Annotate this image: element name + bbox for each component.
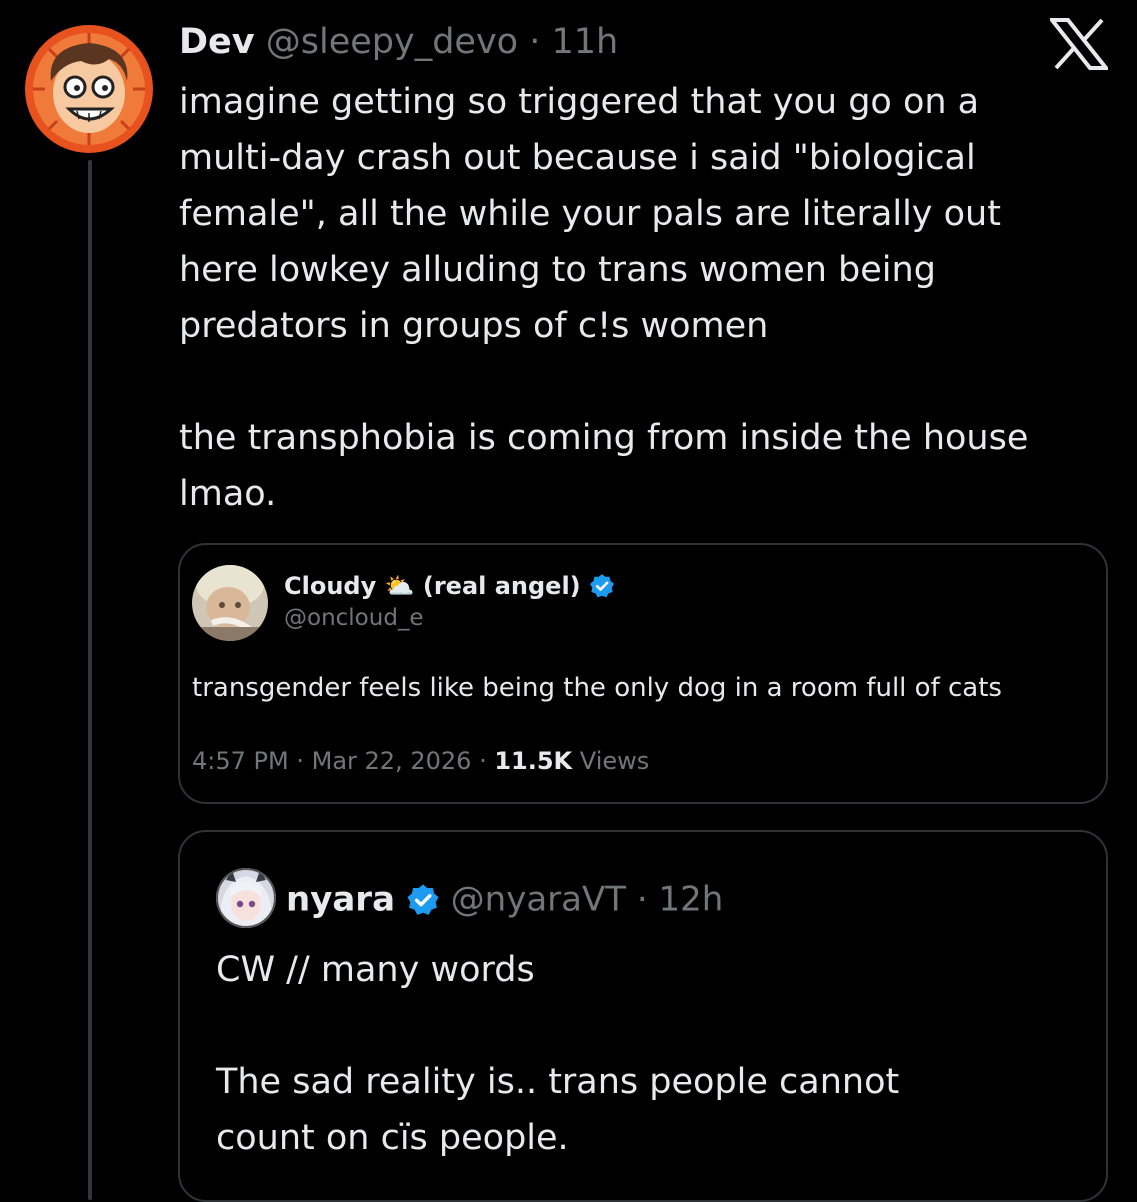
quoted-author-name[interactable]: Cloudy ⛅ (real angel) [284, 567, 615, 604]
header-separator: · [636, 879, 648, 920]
quoted-tweet-meta: 4:57 PM · Mar 22, 2026 · 11.5K Views [192, 747, 649, 775]
verified-badge-icon [590, 574, 614, 598]
quoted-timestamp[interactable]: 12h [658, 880, 723, 920]
quoted-tweet-card-cloudy[interactable]: Cloudy ⛅ (real angel) @oncloud_e transge… [178, 543, 1108, 804]
user-avatar-nyara[interactable] [216, 868, 276, 928]
tweet-header: Dev @sleepy_devo · 11h [179, 20, 618, 64]
quoted-handle[interactable]: @nyaraVT [451, 880, 626, 920]
quoted-tweet-header: nyara @nyaraVT · 12h [286, 874, 723, 924]
verified-badge-icon [407, 883, 439, 915]
author-handle[interactable]: @sleepy_devo [266, 22, 518, 62]
thread-connector-line [88, 160, 92, 1200]
quoted-time[interactable]: 4:57 PM [192, 747, 289, 775]
quoted-display-name: Cloudy [284, 572, 377, 600]
tweet-timestamp[interactable]: 11h [552, 22, 619, 62]
header-separator: · [529, 22, 541, 62]
quoted-name-suffix: (real angel) [422, 572, 581, 600]
quoted-handle[interactable]: @oncloud_e [284, 605, 424, 631]
meta-separator: · [296, 747, 304, 775]
quoted-date[interactable]: Mar 22, 2026 [312, 747, 472, 775]
views-count: 11.5K [494, 747, 573, 775]
x-logo-icon [1050, 18, 1108, 70]
quoted-tweet-text: CW // many words The sad reality is.. tr… [216, 950, 900, 1158]
user-avatar-cloudy[interactable] [192, 565, 268, 641]
author-display-name[interactable]: Dev [179, 22, 255, 62]
views-label: Views [579, 747, 650, 775]
sun-cloud-emoji: ⛅ [384, 572, 415, 600]
user-avatar-dev[interactable] [25, 25, 153, 153]
quoted-tweet-text: transgender feels like being the only do… [192, 673, 1002, 703]
meta-separator: · [479, 747, 487, 775]
tweet-body-text: imagine getting so triggered that you go… [179, 82, 1029, 514]
quoted-tweet-card-nyara[interactable]: nyara @nyaraVT · 12h CW // many words Th… [178, 830, 1108, 1202]
quoted-display-name[interactable]: nyara [286, 880, 395, 920]
